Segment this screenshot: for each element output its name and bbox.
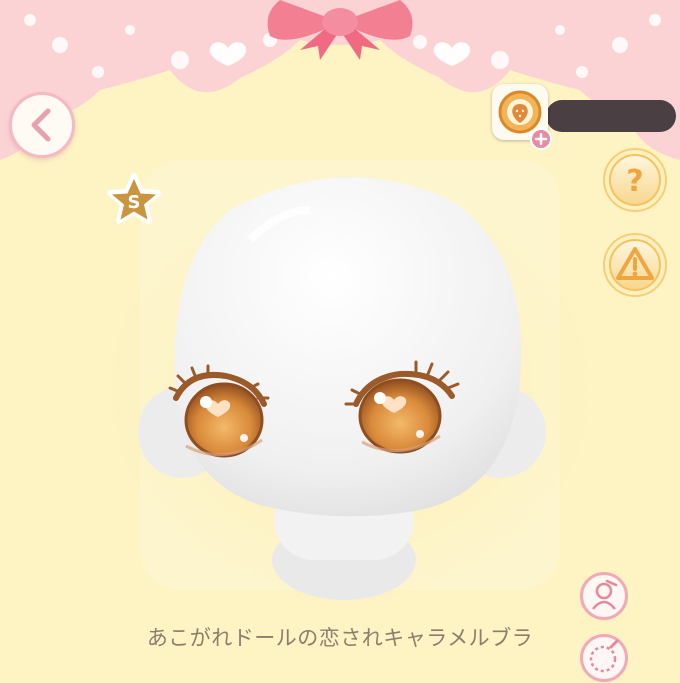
character-view-button[interactable] [580, 572, 628, 620]
warning-icon [603, 233, 667, 297]
currency-bar [546, 100, 676, 132]
rarity-label: S [128, 192, 141, 213]
character-icon [592, 579, 618, 610]
rarity-badge: S [106, 172, 162, 228]
svg-text:?: ? [626, 164, 643, 199]
help-button[interactable]: ? [602, 147, 668, 213]
add-currency-button[interactable] [530, 128, 552, 150]
back-button[interactable] [9, 92, 75, 158]
warning-button[interactable] [602, 232, 668, 298]
question-icon: ? [603, 148, 667, 212]
plus-icon [534, 132, 548, 146]
item-name-label: あこがれドールの恋されキャラメルブラ [146, 626, 534, 650]
back-arrow-icon [31, 108, 51, 142]
star-icon: S [107, 173, 161, 224]
